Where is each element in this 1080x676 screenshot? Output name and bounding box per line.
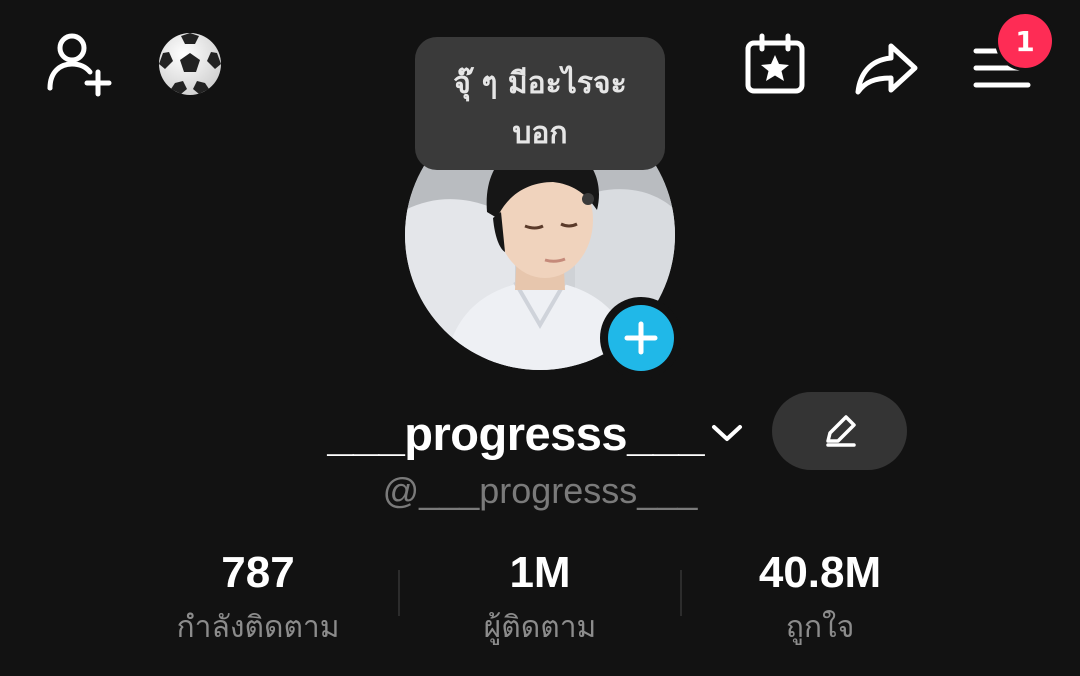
stat-likes[interactable]: 40.8M ถูกใจ <box>720 540 920 650</box>
soccer-ball-icon[interactable] <box>156 30 224 98</box>
user-handle: @___progresss___ <box>382 470 698 511</box>
stat-value: 1M <box>509 548 571 597</box>
stat-following[interactable]: 787 กำลังติดตาม <box>158 540 358 650</box>
username-row[interactable]: ___progresss___ <box>327 398 750 468</box>
chevron-down-icon[interactable] <box>710 414 744 452</box>
notification-badge: 1 <box>998 14 1052 68</box>
bio-bubble[interactable]: จุ๊ ๆ มีอะไรจะ บอก <box>415 37 665 170</box>
add-friend-icon[interactable] <box>44 30 114 100</box>
pencil-icon <box>825 415 856 447</box>
stat-value: 40.8M <box>758 548 882 597</box>
stat-label: ถูกใจ <box>785 610 855 645</box>
add-avatar-button[interactable] <box>600 297 682 379</box>
calendar-star-icon[interactable] <box>742 32 808 98</box>
stat-followers[interactable]: 1M ผู้ติดตาม <box>440 540 640 650</box>
stat-label: ผู้ติดตาม <box>483 610 597 645</box>
stat-value: 787 <box>221 548 295 597</box>
divider <box>680 570 682 616</box>
stat-label: กำลังติดตาม <box>176 610 340 645</box>
stats-row: 787 กำลังติดตาม 1M ผู้ติดตาม 40.8M ถูกใจ <box>0 540 1080 660</box>
share-arrow-icon[interactable] <box>852 38 922 98</box>
plus-icon <box>608 305 674 371</box>
edit-profile-button[interactable] <box>772 392 907 470</box>
username: ___progresss___ <box>327 406 704 460</box>
divider <box>398 570 400 616</box>
